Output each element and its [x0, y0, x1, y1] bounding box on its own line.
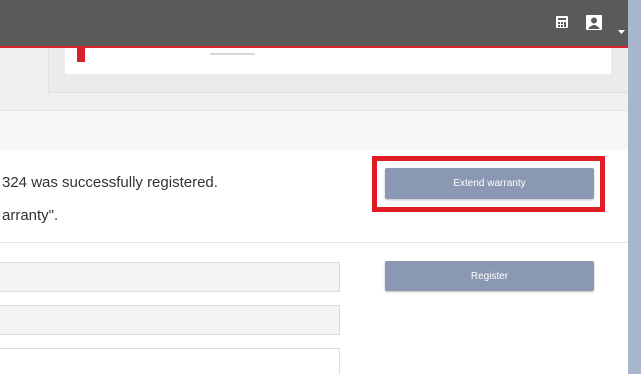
brand-card-body [65, 48, 611, 74]
brand-card [48, 48, 628, 93]
caret-down-icon[interactable] [618, 22, 625, 40]
top-navbar [0, 0, 628, 48]
user-icon[interactable] [586, 15, 602, 35]
brand-logo [77, 48, 85, 62]
form-field-3[interactable] [0, 348, 340, 374]
register-button[interactable]: Register [385, 261, 594, 291]
calculator-icon[interactable] [555, 15, 569, 34]
success-message-line1: 324 was successfully registered. [2, 174, 218, 191]
form-field-2[interactable] [0, 305, 340, 335]
brand-subtext [210, 53, 255, 55]
app-frame: 324 was successfully registered. arranty… [0, 0, 628, 374]
extend-warranty-button[interactable]: Extend warranty [385, 168, 594, 199]
form-field-1[interactable] [0, 262, 340, 292]
section-header-band [0, 110, 628, 152]
success-message-line2: arranty". [2, 207, 59, 224]
